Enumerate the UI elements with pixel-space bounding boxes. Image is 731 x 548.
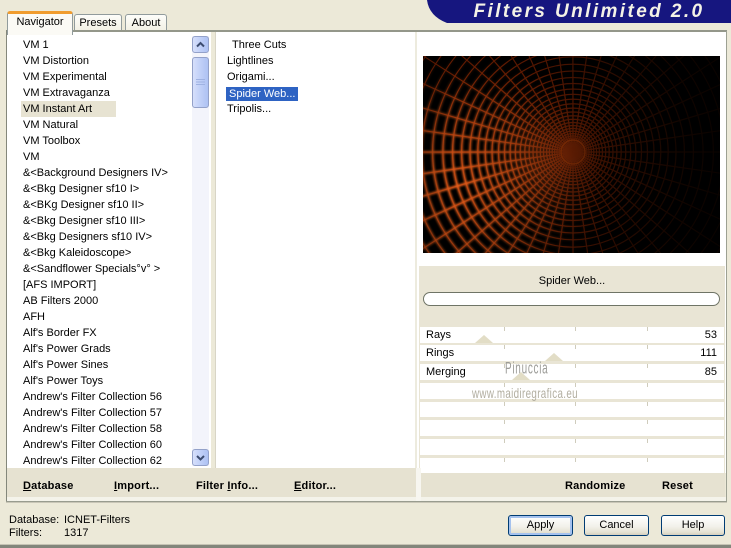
svg-text:Filters Unlimited 2.0: Filters Unlimited 2.0 <box>474 1 705 22</box>
